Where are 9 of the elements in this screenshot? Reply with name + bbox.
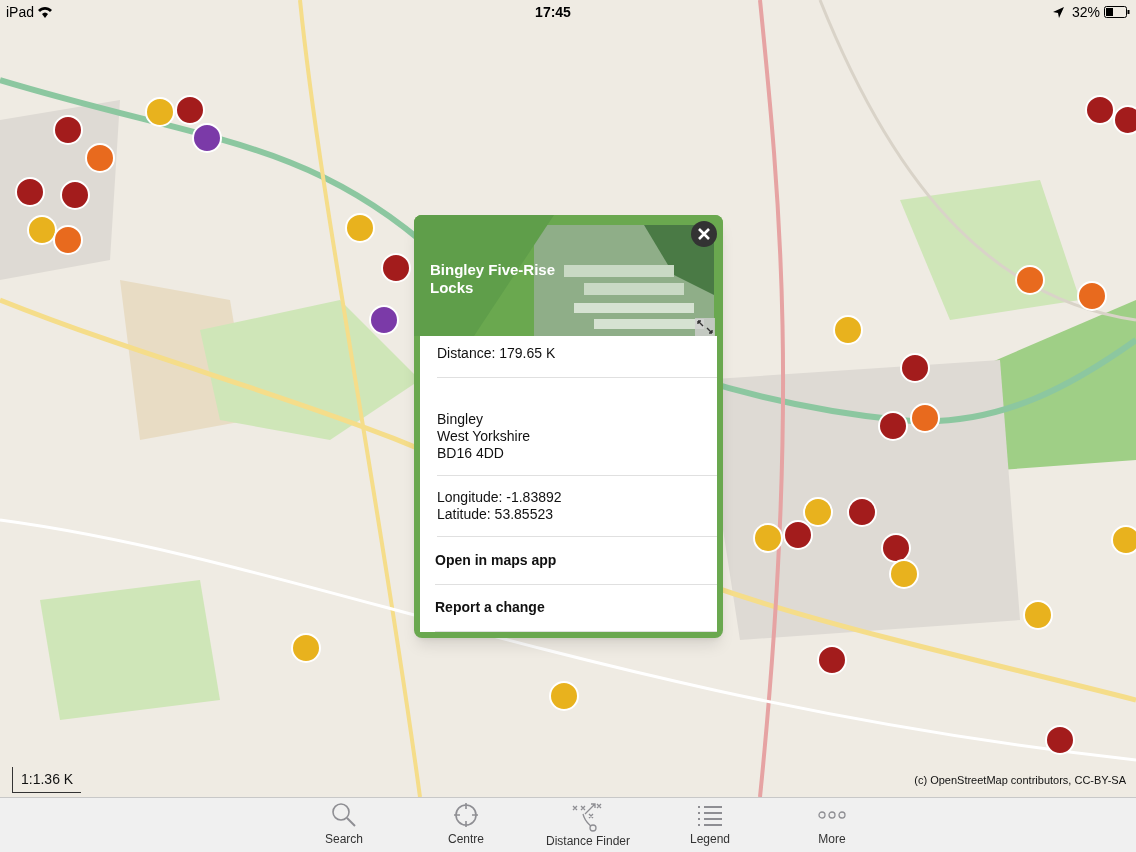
more-icon xyxy=(817,810,847,820)
tab-bar-item[interactable]: Search xyxy=(283,800,405,848)
list-icon xyxy=(696,803,724,827)
tab-bar-item[interactable]: Legend xyxy=(649,800,771,848)
tab-bar-item[interactable]: Centre xyxy=(405,800,527,848)
tab-bar-item[interactable]: Distance Finder xyxy=(527,800,649,848)
tab-bar-item[interactable]: More xyxy=(771,800,893,848)
search-icon xyxy=(330,801,358,829)
crosshair-icon xyxy=(452,801,480,829)
